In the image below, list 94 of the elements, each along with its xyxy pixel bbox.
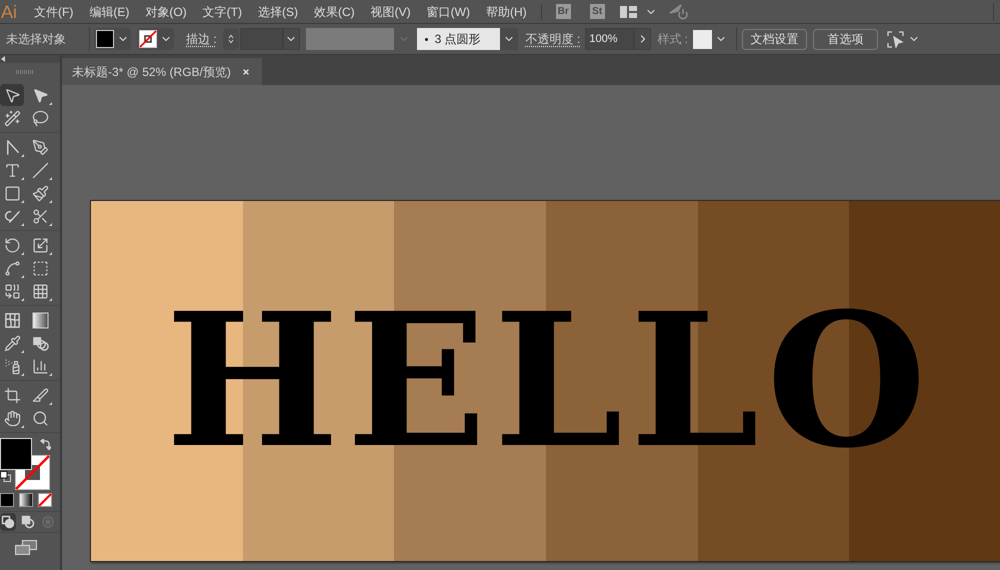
selection-status: 未选择对象 — [6, 31, 66, 48]
eyedropper-icon — [4, 334, 20, 352]
menu-item[interactable]: 效果(C) — [314, 6, 355, 18]
stepper-button[interactable] — [222, 28, 239, 50]
document-setup-button[interactable]: 文档设置 — [742, 28, 808, 50]
opacity-panel-link[interactable]: 不透明度 : — [526, 30, 580, 48]
flyout-triangle-icon — [49, 298, 52, 301]
flyout-triangle-icon — [21, 252, 24, 255]
spray-can-icon — [4, 358, 20, 374]
dropdown-button[interactable] — [500, 28, 518, 50]
menu-item[interactable]: 帮助(H) — [486, 6, 527, 18]
document-tab[interactable]: 未标题-3* @ 52% (RGB/预览) — [62, 58, 262, 85]
menu-item[interactable]: 文字(T) — [202, 6, 242, 18]
tool-button[interactable] — [0, 84, 24, 106]
flyout-triangle-icon — [21, 373, 24, 376]
blend-shapes-icon — [32, 334, 48, 352]
type-icon — [4, 162, 20, 178]
preferences-button[interactable]: 首选项 — [813, 28, 878, 50]
dot-icon — [424, 38, 428, 40]
screen-mode-icon[interactable] — [15, 540, 37, 555]
fill-swatch[interactable] — [0, 438, 32, 470]
flyout-triangle-icon — [49, 252, 52, 255]
rotate-icon — [4, 236, 20, 254]
bridge-badge[interactable]: Br — [556, 4, 571, 19]
flyout-triangle-icon — [49, 200, 52, 203]
layout-icon[interactable] — [620, 6, 637, 18]
opacity-field[interactable]: 100% — [585, 28, 634, 50]
menu-item[interactable]: 窗口(W) — [426, 6, 470, 18]
filled-arrow-icon — [32, 86, 48, 104]
line-icon — [32, 162, 48, 178]
stock-badge[interactable]: St — [590, 4, 605, 19]
fill-swatch — [96, 30, 114, 48]
knife-icon — [32, 386, 48, 404]
flyout-triangle-icon — [49, 402, 52, 405]
swap-arrows-icon[interactable] — [40, 439, 51, 450]
dropdown-button[interactable] — [282, 28, 300, 50]
dashed-square-icon — [32, 260, 48, 276]
fill-dropdown[interactable] — [94, 28, 131, 50]
stroke-dropdown[interactable] — [137, 28, 174, 50]
draw-behind-icon — [21, 515, 35, 529]
up-down-chevron-icon — [226, 34, 236, 44]
crop-icon — [4, 386, 20, 404]
close-icon[interactable] — [242, 68, 250, 76]
flyout-triangle-icon — [49, 373, 52, 376]
gradient-square-icon — [32, 312, 48, 328]
menu-item[interactable]: 选择(S) — [258, 6, 298, 18]
menu-item[interactable]: 对象(O) — [145, 6, 187, 18]
grid-icon — [32, 282, 48, 300]
magnifier-icon — [32, 410, 48, 426]
draw-mode-button[interactable] — [20, 513, 36, 531]
flyout-triangle-icon — [21, 298, 24, 301]
lasso-icon — [32, 110, 48, 126]
scissors-icon — [32, 208, 48, 224]
curve-icon — [4, 260, 20, 276]
flyout-triangle-icon — [49, 223, 52, 226]
combine-icon — [4, 282, 20, 300]
none-mode-button[interactable] — [38, 493, 52, 507]
arrow-icon — [4, 86, 20, 104]
menu-item[interactable]: 视图(V) — [370, 6, 411, 18]
flyout-triangle-icon — [21, 154, 24, 157]
flyout-triangle-icon — [21, 350, 24, 353]
magic-wand-icon — [4, 110, 20, 126]
flyout-triangle-icon — [49, 102, 52, 105]
default-colors-icon[interactable] — [0, 471, 11, 482]
gradient-mode-button[interactable] — [19, 493, 33, 507]
brush-dropdown[interactable]: 3 点圆形 — [416, 28, 500, 50]
mesh-icon — [4, 312, 20, 328]
flyout-triangle-icon — [49, 177, 52, 180]
draw-normal-icon — [1, 515, 15, 529]
flyout-triangle-icon — [21, 177, 24, 180]
scale-icon — [32, 236, 48, 254]
flyout-triangle-icon — [21, 275, 24, 278]
style-swatch[interactable] — [693, 30, 712, 48]
menu-item[interactable]: 编辑(E) — [89, 6, 130, 18]
grip-icon[interactable] — [16, 70, 34, 74]
draw-mode-button[interactable] — [0, 513, 16, 531]
rectangle-icon — [4, 184, 20, 202]
style-label: 样式 : — [657, 31, 688, 48]
stroke-swatch — [139, 30, 157, 48]
bar-chart-icon — [32, 358, 48, 374]
flyout-triangle-icon — [21, 200, 24, 203]
draw-inside-icon — [41, 515, 55, 529]
stroke-panel-link[interactable]: 描边 : — [186, 30, 217, 48]
app-logo: Ai — [1, 2, 18, 20]
menu-item[interactable]: 文件(F) — [34, 6, 74, 18]
hand-icon — [4, 410, 20, 426]
flyout-triangle-icon — [21, 425, 24, 428]
pointer-frame-icon[interactable] — [887, 30, 904, 48]
pen-nib-icon — [32, 138, 48, 156]
paintbrush-icon — [32, 184, 48, 202]
flyout-triangle-icon — [21, 223, 24, 226]
color-mode-button[interactable] — [0, 493, 14, 507]
collapse-icon[interactable] — [1, 56, 5, 62]
slider-toggle-button[interactable] — [634, 28, 652, 50]
